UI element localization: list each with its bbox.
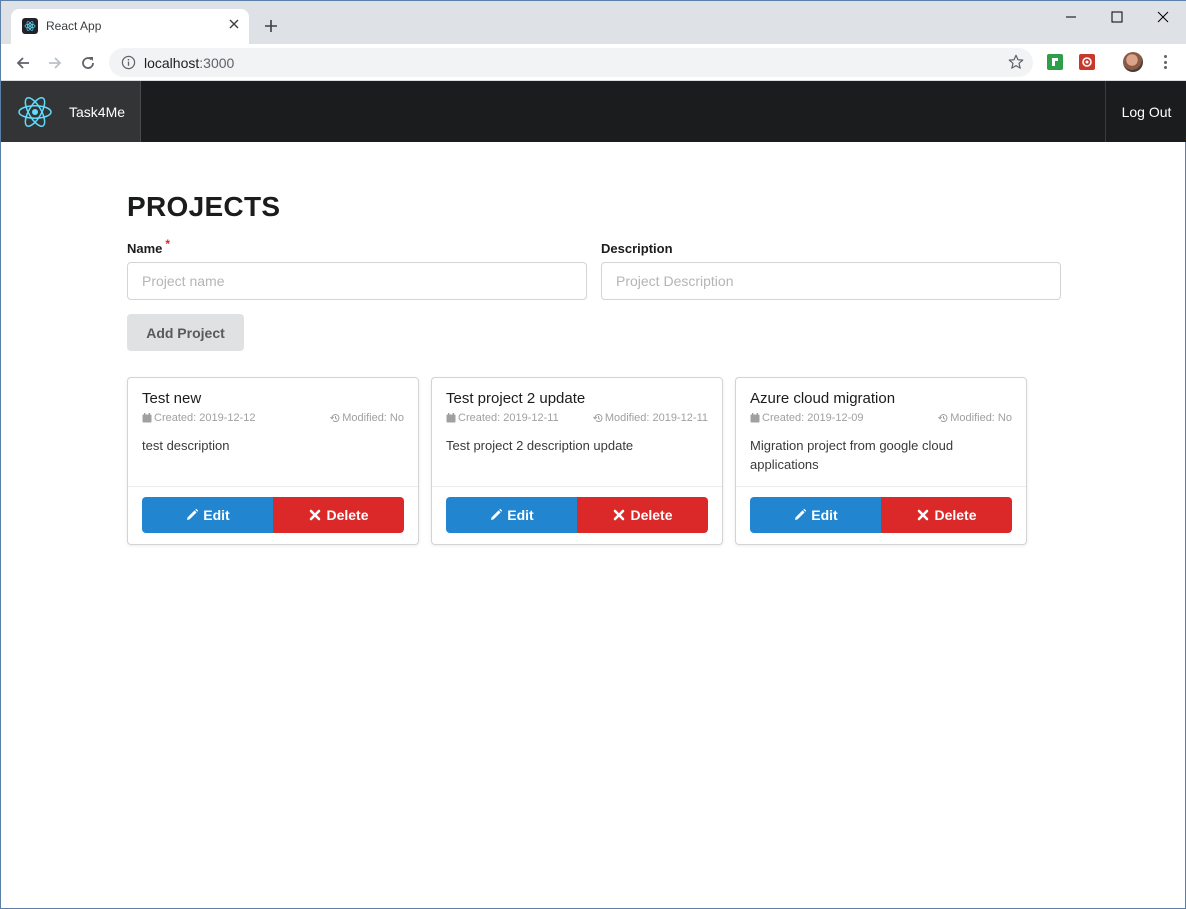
required-marker: * <box>165 237 171 251</box>
project-card: Test new Created: 2019-12-12 Modified: N… <box>127 377 419 545</box>
project-description: Migration project from google cloud appl… <box>750 438 954 472</box>
bookmark-star-icon[interactable] <box>1007 53 1025 71</box>
history-icon <box>330 414 340 423</box>
project-name: Azure cloud migration <box>750 390 896 407</box>
project-meta: Created: 2019-12-12 Modified: No <box>142 412 404 426</box>
project-name: Test new <box>142 390 202 407</box>
modified-date: Modified: No <box>950 412 1012 424</box>
modified-date: Modified: 2019-12-11 <box>604 412 708 424</box>
history-icon <box>592 414 603 423</box>
calendar-icon <box>446 413 456 423</box>
site-info-icon[interactable] <box>121 55 136 70</box>
tab-title: React App <box>46 19 102 33</box>
modified-date: Modified: No <box>342 412 404 424</box>
browser-tabstrip: React App <box>1 1 1186 44</box>
profile-avatar[interactable] <box>1123 52 1143 72</box>
created-date: Created: 2019-12-11 <box>458 412 559 424</box>
created-date: Created: 2019-12-09 <box>762 412 864 424</box>
delete-label: Delete <box>630 507 673 523</box>
edit-label: Edit <box>203 507 230 523</box>
project-card: Test project 2 update Created: 2019-12-1… <box>431 377 723 545</box>
delete-button[interactable]: Delete <box>881 497 1012 533</box>
brand-link[interactable]: Task4Me <box>1 81 141 142</box>
pencil-icon <box>187 508 199 520</box>
app-navbar: Task4Me Log Out <box>1 81 1186 142</box>
add-project-button[interactable]: Add Project <box>127 314 244 351</box>
react-logo-icon <box>17 94 53 130</box>
close-icon <box>614 509 625 521</box>
browser-toolbar: localhost:3000 <box>1 44 1186 81</box>
project-description: Test project 2 description update <box>446 438 634 453</box>
maximize-icon[interactable] <box>1105 5 1129 29</box>
new-tab-icon[interactable] <box>261 16 281 36</box>
card-divider <box>432 486 722 487</box>
react-favicon-icon <box>22 18 38 34</box>
edit-label: Edit <box>507 507 534 523</box>
project-name: Test project 2 update <box>446 390 586 407</box>
calendar-icon <box>142 413 152 423</box>
reload-icon[interactable] <box>76 51 100 75</box>
minimize-icon[interactable] <box>1059 5 1083 29</box>
url-port: :3000 <box>199 55 235 71</box>
name-label-text: Name <box>127 241 163 256</box>
extension-red-icon[interactable] <box>1079 54 1095 70</box>
project-meta: Created: 2019-12-09 Modified: No <box>750 412 1012 426</box>
logout-button[interactable]: Log Out <box>1105 81 1186 142</box>
modified-info: Modified: 2019-12-11 <box>592 412 708 424</box>
modified-info: Modified: No <box>938 412 1012 424</box>
card-divider <box>736 486 1026 487</box>
created-info: Created: 2019-12-12 <box>142 412 256 424</box>
pencil-icon <box>795 508 807 520</box>
created-date: Created: 2019-12-12 <box>154 412 256 424</box>
url-host: localhost <box>144 55 200 71</box>
close-icon <box>310 509 321 521</box>
name-label: Name * <box>127 237 170 256</box>
project-name-input[interactable] <box>127 262 587 300</box>
edit-button[interactable]: Edit <box>142 497 273 533</box>
forward-icon[interactable] <box>43 51 67 75</box>
delete-label: Delete <box>326 507 369 523</box>
pencil-icon <box>491 508 503 520</box>
address-bar[interactable]: localhost:3000 <box>109 48 1033 77</box>
extension-green-icon[interactable] <box>1047 54 1063 70</box>
project-description-input[interactable] <box>601 262 1061 300</box>
description-label: Description <box>601 241 673 256</box>
edit-button[interactable]: Edit <box>446 497 577 533</box>
history-icon <box>938 414 948 423</box>
page-title: PROJECTS <box>127 191 281 222</box>
calendar-icon <box>750 413 760 423</box>
tab-close-icon[interactable] <box>225 15 243 33</box>
created-info: Created: 2019-12-09 <box>750 412 864 424</box>
delete-label: Delete <box>934 507 977 523</box>
edit-label: Edit <box>811 507 838 523</box>
close-icon <box>918 509 929 521</box>
back-icon[interactable] <box>11 51 35 75</box>
browser-tab[interactable]: React App <box>11 9 249 44</box>
created-info: Created: 2019-12-11 <box>446 412 559 424</box>
project-card: Azure cloud migration Created: 2019-12-0… <box>735 377 1027 545</box>
delete-button[interactable]: Delete <box>577 497 708 533</box>
browser-menu-icon[interactable] <box>1157 53 1173 71</box>
url-text: localhost:3000 <box>144 55 234 71</box>
window-close-icon[interactable] <box>1151 5 1175 29</box>
modified-info: Modified: No <box>330 412 404 424</box>
delete-button[interactable]: Delete <box>273 497 404 533</box>
project-meta: Created: 2019-12-11 Modified: 2019-12-11 <box>446 412 708 426</box>
project-description: test description <box>142 438 230 453</box>
brand-name: Task4Me <box>69 103 126 120</box>
card-divider <box>128 486 418 487</box>
edit-button[interactable]: Edit <box>750 497 881 533</box>
